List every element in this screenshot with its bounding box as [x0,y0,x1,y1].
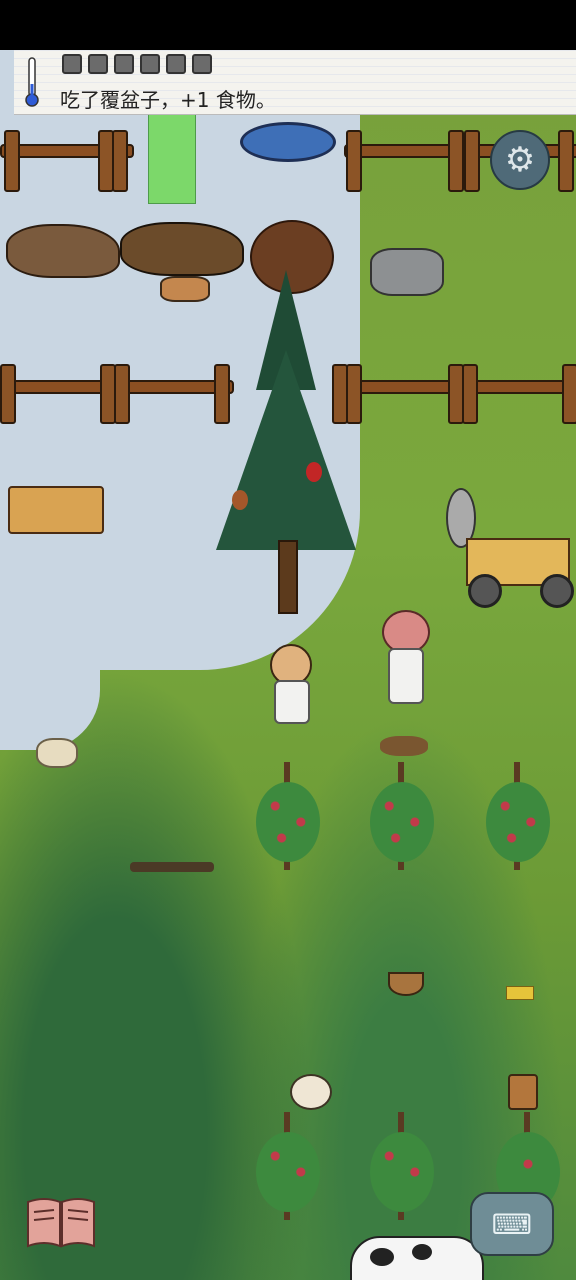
german-shepherd-dog[interactable] [120,222,244,276]
raspberry-bush[interactable] [360,762,444,874]
thermometer-icon [24,56,40,108]
fence-middle-right [332,364,576,424]
kindling-pile[interactable] [380,736,428,756]
game-world[interactable] [0,50,576,1280]
nest[interactable] [36,738,78,768]
robin-bird[interactable] [232,490,248,510]
food-slot [62,54,82,74]
book-button[interactable] [24,1196,98,1250]
skull-bones[interactable] [290,1074,332,1110]
puppies-gray[interactable] [370,248,444,296]
collie-dog[interactable] [6,224,120,278]
fence-middle-left [0,364,234,424]
gear-icon: ⚙ [504,140,536,180]
status-bar [0,0,576,50]
fence-top-left [0,130,134,192]
food-meter [62,54,212,74]
raspberry-bush[interactable] [246,762,330,874]
food-slot [114,54,134,74]
wagon-with-engine[interactable] [446,488,574,608]
cow[interactable] [350,1236,484,1280]
status-message: 吃了覆盆子，+1 食物。 [60,88,276,112]
raspberry-bush[interactable] [360,1112,444,1224]
butter-block[interactable] [506,986,534,1000]
raspberry-bush[interactable] [476,762,560,874]
settings-button[interactable]: ⚙ [490,130,550,190]
selection-marker [148,114,196,204]
mother-character[interactable] [376,610,432,720]
food-slot [140,54,160,74]
raspberry-bush[interactable] [246,1112,330,1224]
baby-character[interactable] [266,644,316,740]
keyboard-icon: ⌨ [491,1207,533,1241]
wooden-box[interactable] [8,486,104,534]
basket[interactable] [388,972,424,996]
wooden-bucket[interactable] [508,1074,538,1110]
food-slot [192,54,212,74]
beagle-puppy[interactable] [160,276,210,302]
food-slot [88,54,108,74]
cardinal-bird[interactable] [306,462,322,482]
dead-branch[interactable] [130,862,214,872]
book-icon [27,1198,95,1248]
chat-button[interactable]: ⌨ [470,1192,554,1256]
food-slot [166,54,186,74]
pine-tree[interactable] [206,270,366,614]
ice-hole [240,122,336,162]
